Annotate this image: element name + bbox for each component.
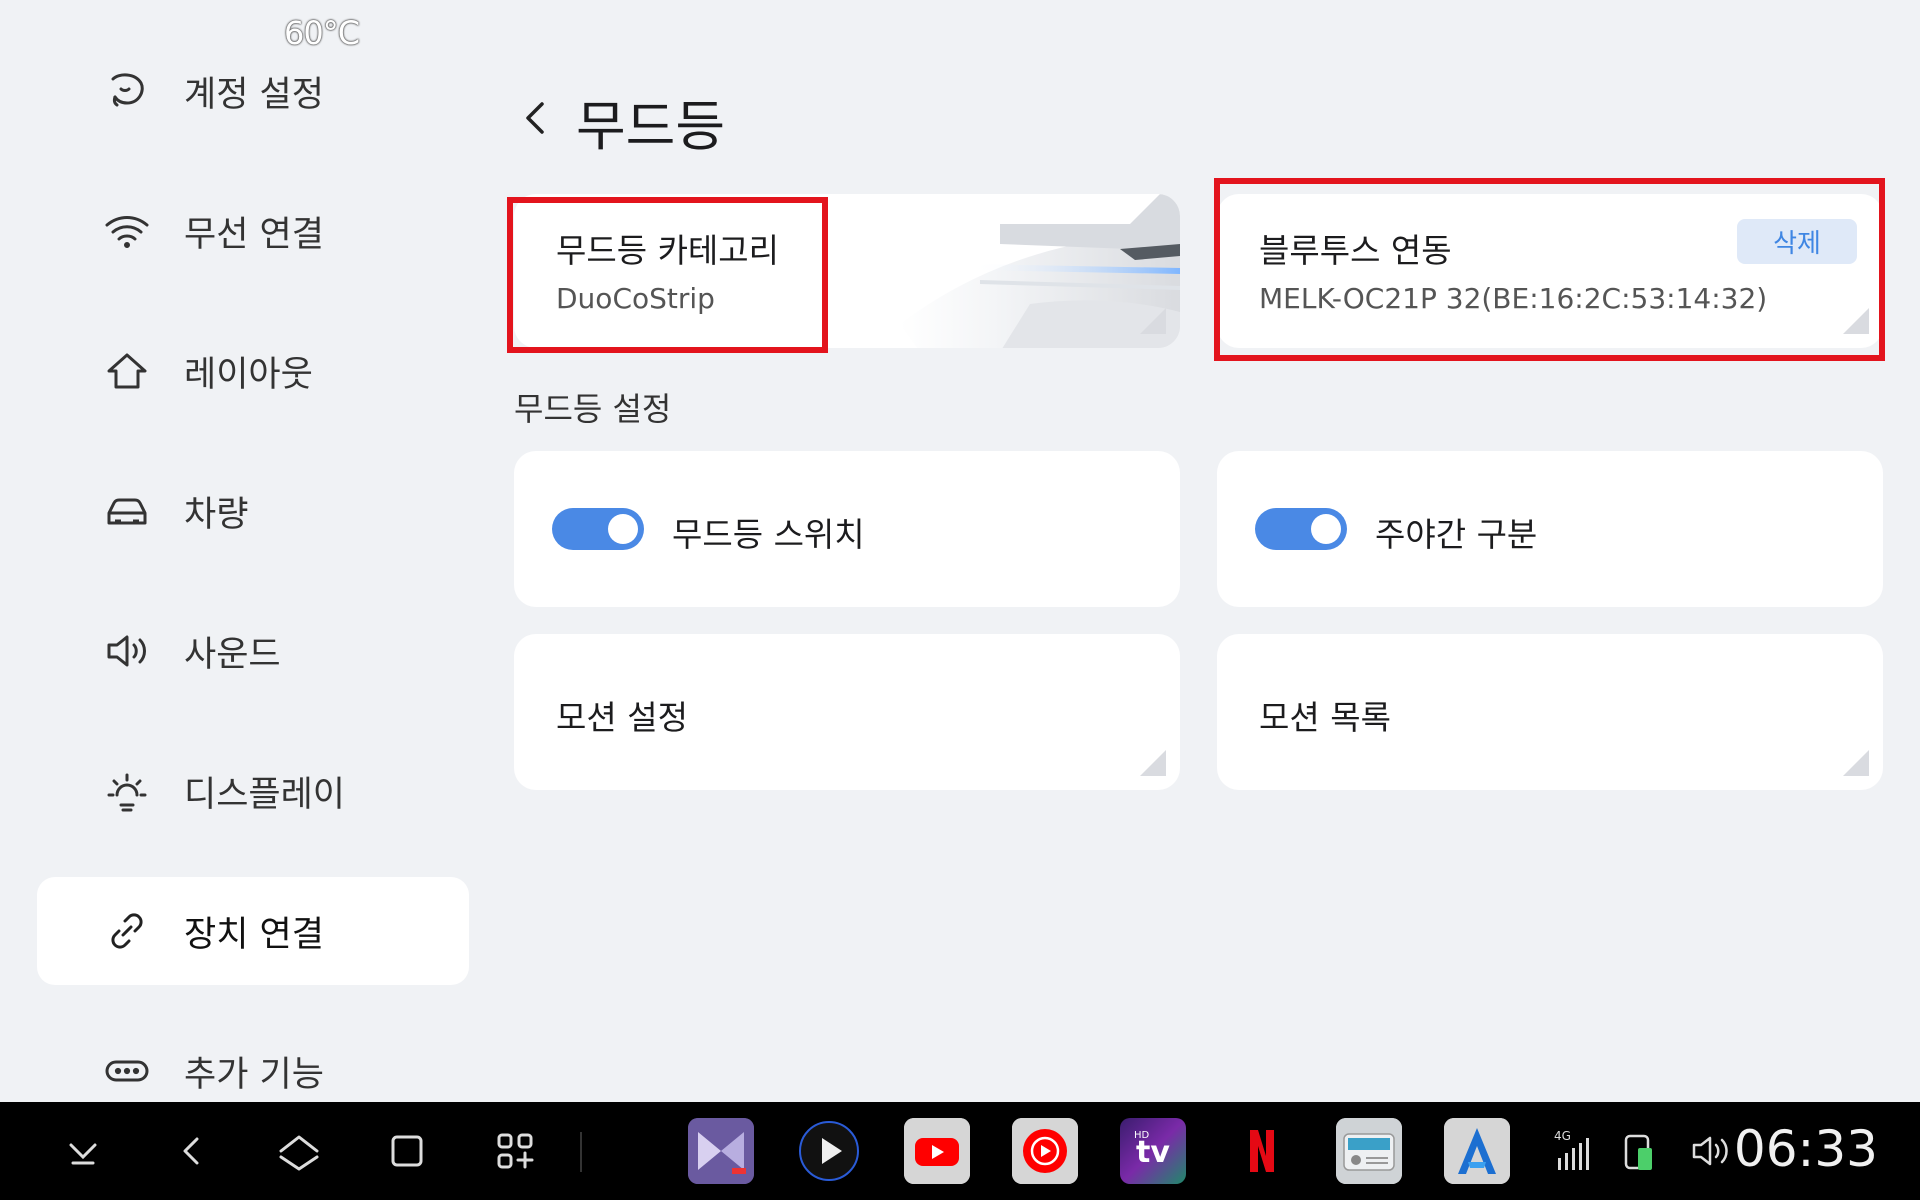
sidebar-item-vehicle[interactable]: 차량 (37, 457, 469, 565)
play-app[interactable] (796, 1118, 862, 1184)
sidebar-item-sound[interactable]: 사운드 (37, 597, 469, 705)
delete-button[interactable]: 삭제 (1737, 219, 1857, 264)
sidebar: 계정 설정 무선 연결 레이아웃 차량 사운드 디스플레이 장치 연결 추가 기… (0, 0, 480, 1100)
sidebar-item-extra[interactable]: 추가 기능 (37, 1017, 469, 1100)
sidebar-item-label: 차량 (184, 494, 249, 535)
corner-indicator-icon (1843, 308, 1869, 334)
sidebar-item-account[interactable]: 계정 설정 (37, 37, 469, 145)
clock: 06:33 (1733, 1120, 1878, 1178)
category-card[interactable]: 무드등 카테고리 DuoCoStrip (514, 194, 1180, 348)
youtube-app[interactable] (904, 1118, 970, 1184)
radio-app[interactable] (1336, 1118, 1402, 1184)
sun-icon (100, 764, 154, 818)
taskbar: tv HD 4G 06:33 (0, 1102, 1920, 1200)
recents-icon[interactable] (382, 1126, 432, 1176)
link-icon (100, 904, 154, 958)
corner-indicator-icon (1140, 308, 1166, 334)
bluetooth-title: 블루투스 연동 (1259, 231, 1452, 270)
sidebar-item-layout[interactable]: 레이아웃 (37, 317, 469, 425)
chevron-left-icon (526, 102, 544, 134)
svg-text:HD: HD (1134, 1130, 1150, 1141)
sidebar-item-wireless[interactable]: 무선 연결 (37, 177, 469, 285)
sidebar-item-label: 무선 연결 (184, 214, 324, 255)
day-night-card: 주야간 구분 (1217, 451, 1883, 607)
more-icon (100, 1044, 154, 1098)
netflix-app[interactable] (1228, 1118, 1294, 1184)
video-player-app[interactable] (688, 1118, 754, 1184)
signal-icon: 4G (1550, 1128, 1598, 1174)
mood-switch-card: 무드등 스위치 (514, 451, 1180, 607)
day-night-toggle[interactable] (1255, 508, 1347, 550)
hd-tv-app[interactable]: tv HD (1120, 1118, 1186, 1184)
mood-switch-label: 무드등 스위치 (672, 515, 865, 554)
bluetooth-device: MELK-OC21P 32(BE:16:2C:53:14:32) (1259, 282, 1768, 315)
speaker-icon (100, 624, 154, 678)
back-icon[interactable] (166, 1126, 216, 1176)
home-icon (100, 344, 154, 398)
sidebar-item-label: 계정 설정 (184, 74, 324, 115)
back-button[interactable] (510, 88, 560, 148)
network-type-label: 4G (1554, 1129, 1571, 1143)
page-title: 무드등 (576, 95, 726, 158)
sidebar-item-label: 디스플레이 (184, 774, 346, 815)
section-label: 무드등 설정 (514, 390, 672, 428)
day-night-label: 주야간 구분 (1375, 515, 1538, 554)
home-diamond-icon[interactable] (274, 1126, 324, 1176)
sidebar-item-display[interactable]: 디스플레이 (37, 737, 469, 845)
youtube-music-app[interactable] (1012, 1118, 1078, 1184)
motion-settings-label: 모션 설정 (556, 698, 688, 737)
wifi-icon (100, 204, 154, 258)
category-title: 무드등 카테고리 (556, 231, 780, 270)
motion-list-card[interactable]: 모션 목록 (1217, 634, 1883, 790)
volume-icon (1688, 1128, 1736, 1174)
sidebar-item-label: 레이아웃 (184, 354, 313, 395)
corner-indicator-icon (1843, 750, 1869, 776)
sidebar-item-label: 장치 연결 (184, 914, 324, 955)
motion-list-label: 모션 목록 (1259, 698, 1391, 737)
corner-indicator-icon (1140, 750, 1166, 776)
sidebar-item-device[interactable]: 장치 연결 (37, 877, 469, 985)
chevron-down-icon[interactable] (58, 1126, 108, 1176)
mood-switch-toggle[interactable] (552, 508, 644, 550)
account-icon (100, 64, 154, 118)
battery-icon (1620, 1128, 1664, 1174)
car-icon (100, 484, 154, 538)
motion-settings-card[interactable]: 모션 설정 (514, 634, 1180, 790)
navigation-app[interactable] (1444, 1118, 1510, 1184)
bluetooth-card[interactable]: 블루투스 연동 MELK-OC21P 32(BE:16:2C:53:14:32) (1217, 194, 1883, 348)
car-light-image (880, 194, 1180, 348)
category-value: DuoCoStrip (556, 282, 715, 315)
sidebar-item-label: 사운드 (184, 634, 281, 675)
apps-grid-icon[interactable] (490, 1126, 540, 1176)
sidebar-item-label: 추가 기능 (184, 1054, 324, 1095)
taskbar-divider (580, 1132, 582, 1172)
